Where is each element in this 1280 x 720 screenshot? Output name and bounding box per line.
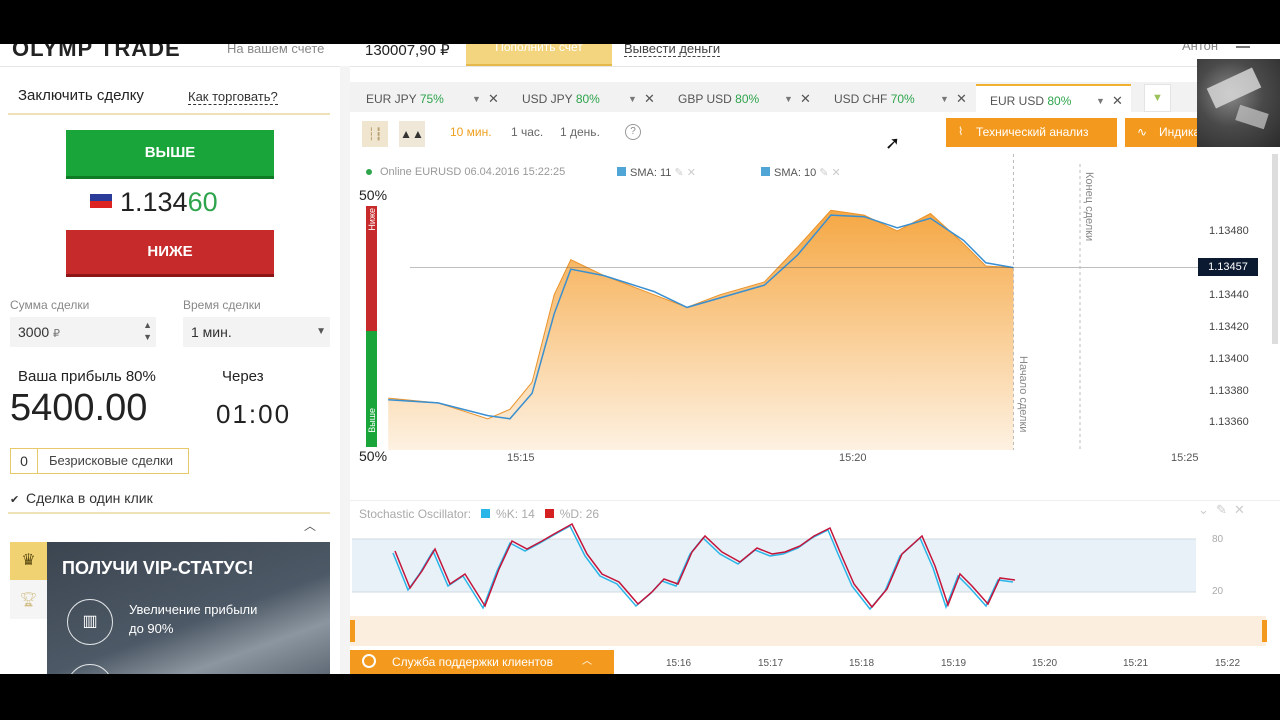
- nav-time: 15:19: [941, 658, 967, 669]
- navigator-right-handle[interactable]: [1262, 620, 1267, 642]
- chevron-up-icon: ︿: [582, 656, 592, 667]
- nav-time: 15:17: [758, 658, 784, 669]
- lifebuoy-icon: [362, 654, 376, 668]
- navigator-left-handle[interactable]: [350, 620, 355, 642]
- support-label: Служба поддержки клиентов: [392, 655, 553, 669]
- trading-screen: OLYMP TRADE На вашем счете 130007,90 ₽ П…: [0, 44, 1280, 674]
- nav-time: 15:21: [1123, 658, 1149, 669]
- nav-time: 15:18: [849, 658, 875, 669]
- support-chat-button[interactable]: Служба поддержки клиентов ︿: [350, 650, 614, 674]
- chart-navigator[interactable]: [350, 616, 1266, 646]
- page-scrollbar[interactable]: [1272, 154, 1278, 344]
- nav-time: 15:20: [1032, 658, 1058, 669]
- nav-time: 15:16: [666, 658, 692, 669]
- nav-time: 15:22: [1215, 658, 1241, 669]
- stochastic-chart: [352, 522, 1196, 611]
